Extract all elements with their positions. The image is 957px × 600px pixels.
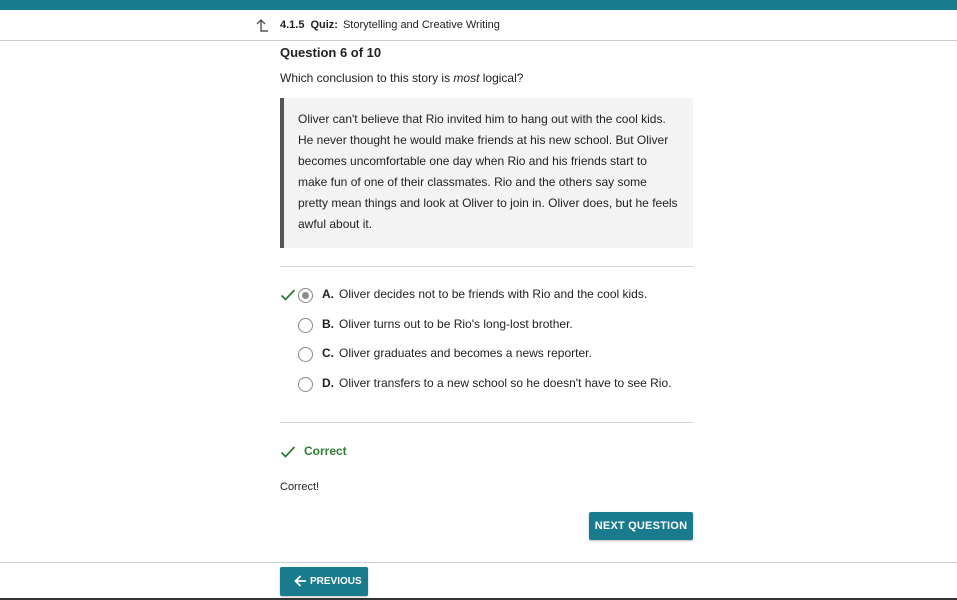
choice-text: Oliver turns out to be Rio's long-lost b… bbox=[339, 317, 573, 331]
question-prompt: Which conclusion to this story is most l… bbox=[280, 71, 523, 85]
lesson-type: Quiz: bbox=[310, 19, 338, 31]
prompt-text-end: logical? bbox=[479, 71, 524, 85]
prompt-text: Which conclusion to this story is bbox=[280, 71, 454, 85]
radio-button-c[interactable] bbox=[298, 347, 313, 362]
choice-text: Oliver graduates and becomes a news repo… bbox=[339, 346, 592, 360]
checkmark-icon bbox=[280, 289, 296, 301]
divider bbox=[280, 266, 693, 267]
next-question-button[interactable]: NEXT QUESTION bbox=[589, 512, 693, 540]
choice-letter: A. bbox=[322, 287, 334, 301]
radio-button-a[interactable] bbox=[298, 288, 313, 303]
divider bbox=[280, 422, 693, 423]
answer-choice-d[interactable]: D. Oliver transfers to a new school so h… bbox=[280, 375, 693, 395]
choice-letter: D. bbox=[322, 376, 334, 390]
up-arrow-icon[interactable] bbox=[254, 18, 270, 34]
feedback-text: Correct! bbox=[280, 481, 320, 493]
choice-letter: B. bbox=[322, 317, 334, 331]
answer-choice-b[interactable]: B. Oliver turns out to be Rio's long-los… bbox=[280, 316, 693, 336]
lesson-title: Storytelling and Creative Writing bbox=[342, 19, 500, 31]
result-label: Correct bbox=[304, 444, 347, 458]
quiz-header: 4.1.5 Quiz: Storytelling and Creative Writ… bbox=[0, 10, 957, 41]
footer-bar: PREVIOUS bbox=[0, 562, 957, 600]
answer-choice-a[interactable]: A. Oliver decides not to be friends with… bbox=[280, 286, 693, 306]
checkmark-icon bbox=[280, 446, 296, 458]
choice-letter: C. bbox=[322, 346, 334, 360]
story-passage: Oliver can't believe that Rio invited hi… bbox=[280, 98, 693, 248]
choice-text: Oliver transfers to a new school so he d… bbox=[339, 376, 672, 390]
answer-choice-c[interactable]: C. Oliver graduates and becomes a news r… bbox=[280, 345, 693, 365]
radio-button-b[interactable] bbox=[298, 318, 313, 333]
previous-label: PREVIOUS bbox=[310, 576, 362, 587]
choice-text: Oliver decides not to be friends with Ri… bbox=[339, 287, 648, 301]
lesson-number: 4.1.5 bbox=[280, 19, 305, 31]
previous-button[interactable]: PREVIOUS bbox=[280, 567, 368, 596]
question-counter: Question 6 of 10 bbox=[280, 45, 382, 60]
prompt-emphasis: most bbox=[453, 71, 480, 85]
radio-button-d[interactable] bbox=[298, 377, 313, 392]
breadcrumb: 4.1.5 Quiz: Storytelling and Creative Writ… bbox=[280, 18, 500, 32]
top-brand-bar bbox=[0, 0, 957, 10]
arrow-left-icon bbox=[294, 575, 306, 587]
